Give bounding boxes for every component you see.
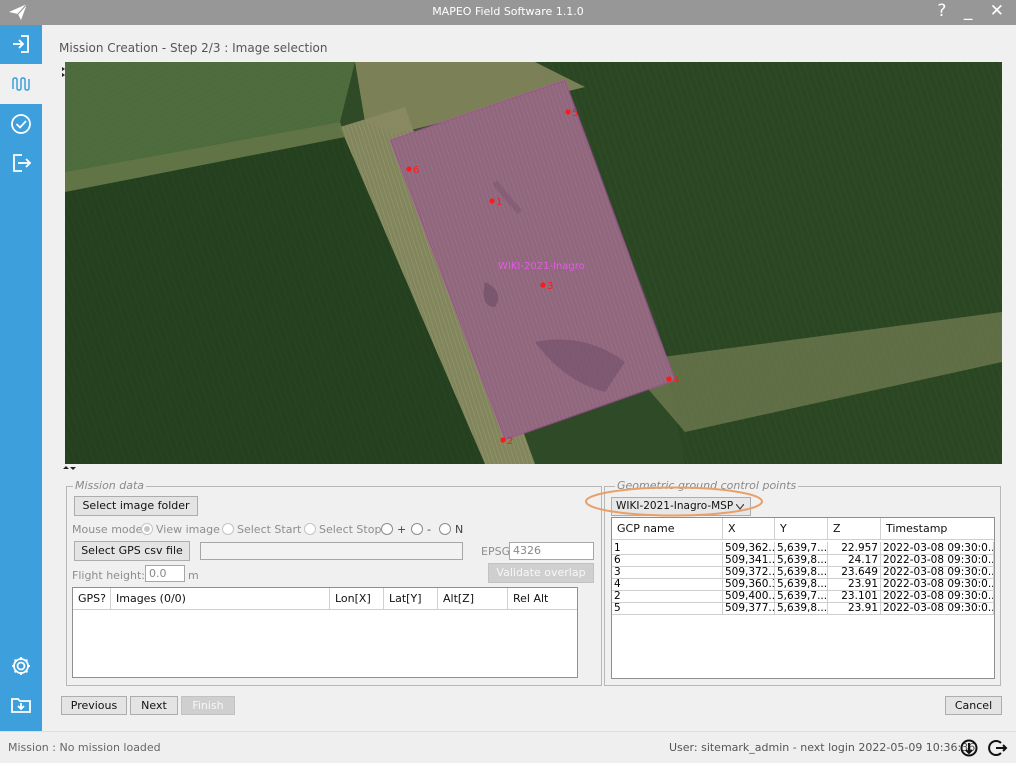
logout-icon[interactable] bbox=[988, 738, 1008, 758]
select-stop-label: Select Stop bbox=[319, 523, 382, 536]
epsg-field[interactable]: 4326 bbox=[509, 542, 594, 560]
page-title: Mission Creation - Step 2/3 : Image sele… bbox=[59, 41, 328, 55]
settings-gear-icon bbox=[12, 657, 30, 675]
column-header-z[interactable]: Z bbox=[828, 518, 881, 540]
north-label: N bbox=[455, 523, 464, 536]
column-header-alt[interactable]: Alt[Z] bbox=[438, 588, 508, 610]
gcp-cell-ts: 2022-03-08 09:30:0... bbox=[881, 602, 994, 615]
highlight-ellipse bbox=[585, 486, 763, 517]
zoom-in-label: + bbox=[397, 523, 407, 536]
status-bar: Mission : No mission loaded User: sitema… bbox=[0, 731, 1016, 763]
zoom-out-radio[interactable] bbox=[411, 523, 423, 535]
column-header-lon[interactable]: Lon[X] bbox=[330, 588, 384, 610]
map-view[interactable]: 5 6 1 3 4 2 WIKI-2021-Inagro bbox=[65, 62, 1002, 464]
sidebar-item-login[interactable] bbox=[8, 31, 34, 57]
column-header-lat[interactable]: Lat[Y] bbox=[384, 588, 438, 610]
select-stop-radio[interactable] bbox=[304, 523, 316, 535]
sidebar-item-validate[interactable] bbox=[8, 111, 34, 137]
gcp-table[interactable]: GCP name X Y Z Timestamp 1 509,362... 5,63… bbox=[611, 517, 995, 679]
gcp-label: 2 bbox=[507, 436, 513, 447]
satellite-map[interactable]: 5 6 1 3 4 2 WIKI-2021-Inagro bbox=[65, 62, 1002, 464]
zoom-in-radio[interactable] bbox=[381, 523, 393, 535]
gcp-cell-name: 5 bbox=[612, 602, 723, 615]
column-header-images[interactable]: Images (0/0) bbox=[111, 588, 330, 610]
user-status: User: sitemark_admin - next login 2022-0… bbox=[669, 741, 976, 754]
gcp-label: 6 bbox=[413, 165, 419, 176]
column-header-y[interactable]: Y bbox=[775, 518, 828, 540]
validate-overlap-button[interactable]: Validate overlap bbox=[488, 563, 594, 583]
mission-data-legend: Mission data bbox=[73, 479, 147, 492]
select-start-label: Select Start bbox=[237, 523, 302, 536]
sidebar-item-mission[interactable] bbox=[0, 64, 42, 104]
sync-download-icon[interactable] bbox=[959, 738, 979, 758]
sidebar-item-folder[interactable] bbox=[8, 692, 34, 718]
panel-splitter[interactable] bbox=[62, 464, 1002, 472]
sidebar-item-settings[interactable] bbox=[8, 653, 34, 679]
gcp-group: Geometric ground control points WIKI-202… bbox=[585, 479, 1001, 686]
route-icon bbox=[12, 77, 30, 91]
gcp-cell-x: 509,377... bbox=[723, 602, 775, 615]
mouse-mode-label: Mouse mode bbox=[72, 523, 143, 536]
check-circle-icon bbox=[11, 114, 31, 134]
flight-height-label: Flight height: bbox=[72, 569, 145, 582]
cancel-button[interactable]: Cancel bbox=[945, 696, 1002, 715]
column-header-timestamp[interactable]: Timestamp bbox=[881, 518, 994, 540]
epsg-label: EPSG bbox=[481, 545, 511, 558]
gcp-label: 5 bbox=[572, 108, 578, 119]
column-header-rel-alt[interactable]: Rel Alt bbox=[508, 588, 577, 610]
next-button[interactable]: Next bbox=[130, 696, 178, 715]
select-image-folder-button[interactable]: Select image folder bbox=[74, 496, 198, 516]
map-collapse-arrow[interactable] bbox=[62, 65, 66, 77]
flight-height-unit: m bbox=[188, 569, 199, 582]
mission-status: Mission : No mission loaded bbox=[8, 741, 161, 754]
title-bar: MAPEO Field Software 1.1.0 ? _ ✕ bbox=[0, 0, 1016, 25]
table-row[interactable]: 5 509,377... 5,639,8... 23.91 2022-03-08 09:… bbox=[612, 602, 994, 615]
select-start-radio[interactable] bbox=[222, 523, 234, 535]
window-controls[interactable]: ? _ ✕ bbox=[937, 1, 1010, 21]
north-radio[interactable] bbox=[439, 523, 451, 535]
sidebar-item-upload[interactable] bbox=[8, 150, 34, 176]
export-icon bbox=[13, 154, 32, 172]
flight-height-field[interactable]: 0.0 bbox=[145, 565, 185, 582]
field-label: WIKI-2021-Inagro bbox=[498, 261, 585, 272]
sidebar bbox=[0, 25, 42, 731]
gcp-cell-z: 23.91 bbox=[828, 602, 881, 615]
zoom-out-label: - bbox=[427, 523, 431, 536]
gcp-cell-y: 5,639,8... bbox=[775, 602, 828, 615]
gcp-label: 3 bbox=[547, 281, 553, 292]
column-header-x[interactable]: X bbox=[723, 518, 775, 540]
column-header-gcp-name[interactable]: GCP name bbox=[612, 518, 723, 540]
window-title: MAPEO Field Software 1.1.0 bbox=[432, 5, 584, 18]
images-table[interactable]: GPS? Images (0/0) Lon[X] Lat[Y] Alt[Z] R… bbox=[72, 587, 578, 678]
sign-in-icon bbox=[13, 35, 29, 53]
column-header-gps[interactable]: GPS? bbox=[73, 588, 111, 610]
view-image-radio[interactable] bbox=[141, 523, 153, 535]
mission-data-group: Mission data Select image folder Mouse m… bbox=[66, 479, 602, 686]
finish-button[interactable]: Finish bbox=[181, 696, 235, 715]
gps-file-path-field[interactable] bbox=[200, 542, 463, 560]
gcp-label: 1 bbox=[496, 197, 502, 208]
select-gps-csv-button[interactable]: Select GPS csv file bbox=[74, 541, 190, 561]
gcp-label: 4 bbox=[673, 375, 679, 386]
view-image-label: View image bbox=[156, 523, 220, 536]
folder-download-icon bbox=[11, 698, 31, 713]
previous-button[interactable]: Previous bbox=[61, 696, 127, 715]
